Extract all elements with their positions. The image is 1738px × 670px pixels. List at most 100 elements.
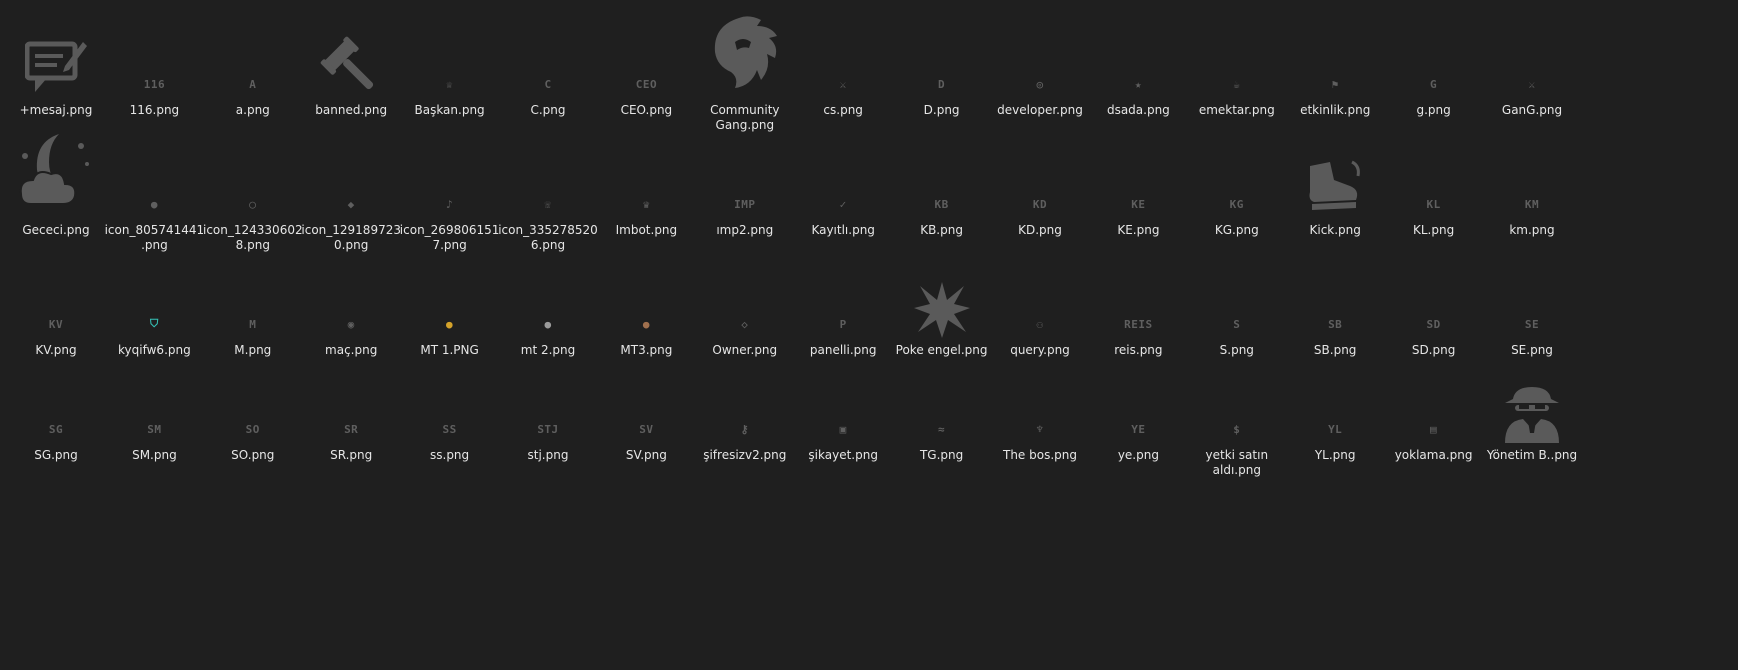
file-item[interactable]: SO SO.png bbox=[203, 353, 303, 473]
file-item[interactable]: ⚷ şifresizv2.png bbox=[695, 353, 795, 473]
kb-badge-icon: KB bbox=[934, 197, 949, 211]
file-item[interactable]: banned.png bbox=[301, 8, 401, 128]
file-item[interactable]: YL YL.png bbox=[1285, 353, 1385, 473]
file-item[interactable]: M M.png bbox=[203, 248, 303, 368]
file-item[interactable]: ▣ şikayet.png bbox=[793, 353, 893, 473]
file-item[interactable]: ● MT 1.PNG bbox=[400, 248, 500, 368]
file-item[interactable]: Aa.png bbox=[203, 8, 303, 128]
se-badge-icon: SE bbox=[1524, 317, 1540, 331]
file-item[interactable]: REIS reis.png bbox=[1088, 248, 1188, 368]
file-item[interactable]: ★ dsada.png bbox=[1088, 8, 1188, 128]
file-item[interactable]: CEO CEO.png bbox=[596, 8, 696, 128]
file-name-label: Kick.png bbox=[1309, 223, 1361, 237]
file-item[interactable]: ♛ Imbot.png bbox=[596, 128, 696, 248]
file-name-label: Gececi.png bbox=[22, 223, 90, 237]
m-badge-icon: M bbox=[249, 317, 257, 331]
running-soldier-icon: ⚔ bbox=[839, 77, 847, 91]
file-item[interactable]: Community Gang.png bbox=[695, 8, 795, 132]
file-item[interactable]: SV SV.png bbox=[596, 353, 696, 473]
file-item[interactable]: SD SD.png bbox=[1384, 248, 1484, 368]
file-name-label: a.png bbox=[235, 103, 270, 117]
file-item[interactable]: ⚑ etkinlik.png bbox=[1285, 8, 1385, 128]
file-item[interactable]: ≈ TG.png bbox=[892, 353, 992, 473]
file-item[interactable]: ◆ icon_1291897230.png bbox=[301, 128, 401, 253]
file-item[interactable]: Poke engel.png bbox=[892, 248, 992, 368]
attendance-icon: ▤ bbox=[1430, 422, 1438, 436]
file-item[interactable]: D D.png bbox=[892, 8, 992, 128]
file-item[interactable]: IMP ımp2.png bbox=[695, 128, 795, 248]
file-item[interactable]: Gg.png bbox=[1384, 8, 1484, 128]
file-item[interactable]: ☕ emektar.png bbox=[1187, 8, 1287, 128]
file-item[interactable]: ◉ maç.png bbox=[301, 248, 401, 368]
file-item[interactable]: ♕ Başkan.png bbox=[400, 8, 500, 128]
spy-agent-icon bbox=[1487, 353, 1577, 443]
starburst-icon bbox=[897, 250, 987, 340]
file-item[interactable]: ◯ icon_1243306028.png bbox=[203, 128, 303, 253]
file-item[interactable]: SB SB.png bbox=[1285, 248, 1385, 368]
moon-cloud-icon bbox=[11, 120, 101, 210]
file-explorer-large-icons: +mesaj.png 116 116.png Aa.png banned.png ♕ Baş… bbox=[0, 0, 1738, 670]
file-name-label: CEO.png bbox=[620, 103, 673, 117]
file-name-label: GanG.png bbox=[1501, 103, 1563, 117]
file-item[interactable]: SS ss.png bbox=[400, 353, 500, 473]
file-name-label: The bos.png bbox=[1003, 448, 1077, 462]
file-name-label: KG.png bbox=[1214, 223, 1259, 237]
file-item[interactable]: KV KV.png bbox=[6, 248, 106, 368]
file-item[interactable]: KL KL.png bbox=[1384, 128, 1484, 248]
file-item[interactable]: SE SE.png bbox=[1482, 248, 1582, 368]
kd-badge-icon: KD bbox=[1032, 197, 1048, 211]
file-item[interactable]: ◎ developer.png bbox=[990, 8, 1090, 128]
file-item[interactable]: ◇ Owner.png bbox=[695, 248, 795, 368]
file-item[interactable]: Yönetim B..png bbox=[1482, 353, 1582, 473]
file-item[interactable]: KD KD.png bbox=[990, 128, 1090, 248]
file-item[interactable]: SG SG.png bbox=[6, 353, 106, 473]
file-name-label: D.png bbox=[923, 103, 960, 117]
message-edit-icon bbox=[11, 8, 101, 98]
file-name-label: SR.png bbox=[330, 448, 373, 462]
file-item[interactable]: ⚇ query.png bbox=[990, 248, 1090, 368]
file-name-label: YL.png bbox=[1314, 448, 1356, 462]
file-name-label: Başkan.png bbox=[414, 103, 485, 117]
file-item[interactable]: ● mt 2.png bbox=[498, 248, 598, 368]
file-item[interactable]: ☏ icon_3352785206.png bbox=[498, 128, 598, 253]
file-name-label: şifresizv2.png bbox=[703, 448, 787, 462]
file-item[interactable]: S S.png bbox=[1187, 248, 1287, 368]
file-item[interactable]: C C.png bbox=[498, 8, 598, 128]
d-badge-icon: D bbox=[938, 77, 946, 91]
sd-badge-icon: SD bbox=[1426, 317, 1441, 331]
file-item[interactable]: ♆ The bos.png bbox=[990, 353, 1090, 473]
file-item[interactable]: YE ye.png bbox=[1088, 353, 1188, 473]
file-item[interactable]: ▤ yoklama.png bbox=[1384, 353, 1484, 473]
file-item[interactable]: KM km.png bbox=[1482, 128, 1582, 248]
file-item[interactable]: KG KG.png bbox=[1187, 128, 1287, 248]
file-item[interactable]: $ yetki satın aldı.png bbox=[1187, 353, 1287, 478]
file-name-label: KD.png bbox=[1018, 223, 1062, 237]
file-item[interactable]: ⚔ GanG.png bbox=[1482, 8, 1582, 128]
people-icon: ⚑ bbox=[1331, 77, 1339, 91]
file-item[interactable]: Kick.png bbox=[1285, 128, 1385, 248]
file-name-label: şikayet.png bbox=[808, 448, 878, 462]
file-item[interactable]: STJ stj.png bbox=[498, 353, 598, 473]
crown-icon: ♛ bbox=[642, 197, 650, 211]
so-badge-icon: SO bbox=[245, 422, 260, 436]
file-item[interactable]: Gececi.png bbox=[6, 128, 106, 248]
file-name-label: km.png bbox=[1509, 223, 1555, 237]
file-item[interactable]: SR SR.png bbox=[301, 353, 401, 473]
km-badge-icon: KM bbox=[1524, 197, 1540, 211]
file-item[interactable]: ✓ Kayıtlı.png bbox=[793, 128, 893, 248]
file-item[interactable]: ● MT3.png bbox=[596, 248, 696, 368]
file-item[interactable]: +mesaj.png bbox=[6, 8, 106, 128]
file-item[interactable]: ♪ icon_2698061517.png bbox=[400, 128, 500, 253]
sg-badge-icon: SG bbox=[48, 422, 64, 436]
file-item[interactable]: 116 116.png bbox=[104, 8, 204, 128]
file-item[interactable]: Ppanelli.png bbox=[793, 248, 893, 368]
file-item[interactable]: ⚔ cs.png bbox=[793, 8, 893, 128]
file-name-label: SM.png bbox=[132, 448, 177, 462]
file-item[interactable]: SM SM.png bbox=[104, 353, 204, 473]
file-item[interactable]: KB KB.png bbox=[892, 128, 992, 248]
file-item[interactable]: ● icon_805741441.png bbox=[104, 128, 205, 253]
file-item[interactable]: KE KE.png bbox=[1088, 128, 1188, 248]
stj-badge-icon: STJ bbox=[537, 422, 559, 436]
file-item[interactable]: ⛉ kyqifw6.png bbox=[104, 248, 204, 368]
gold-medal-icon: ● bbox=[446, 317, 454, 331]
